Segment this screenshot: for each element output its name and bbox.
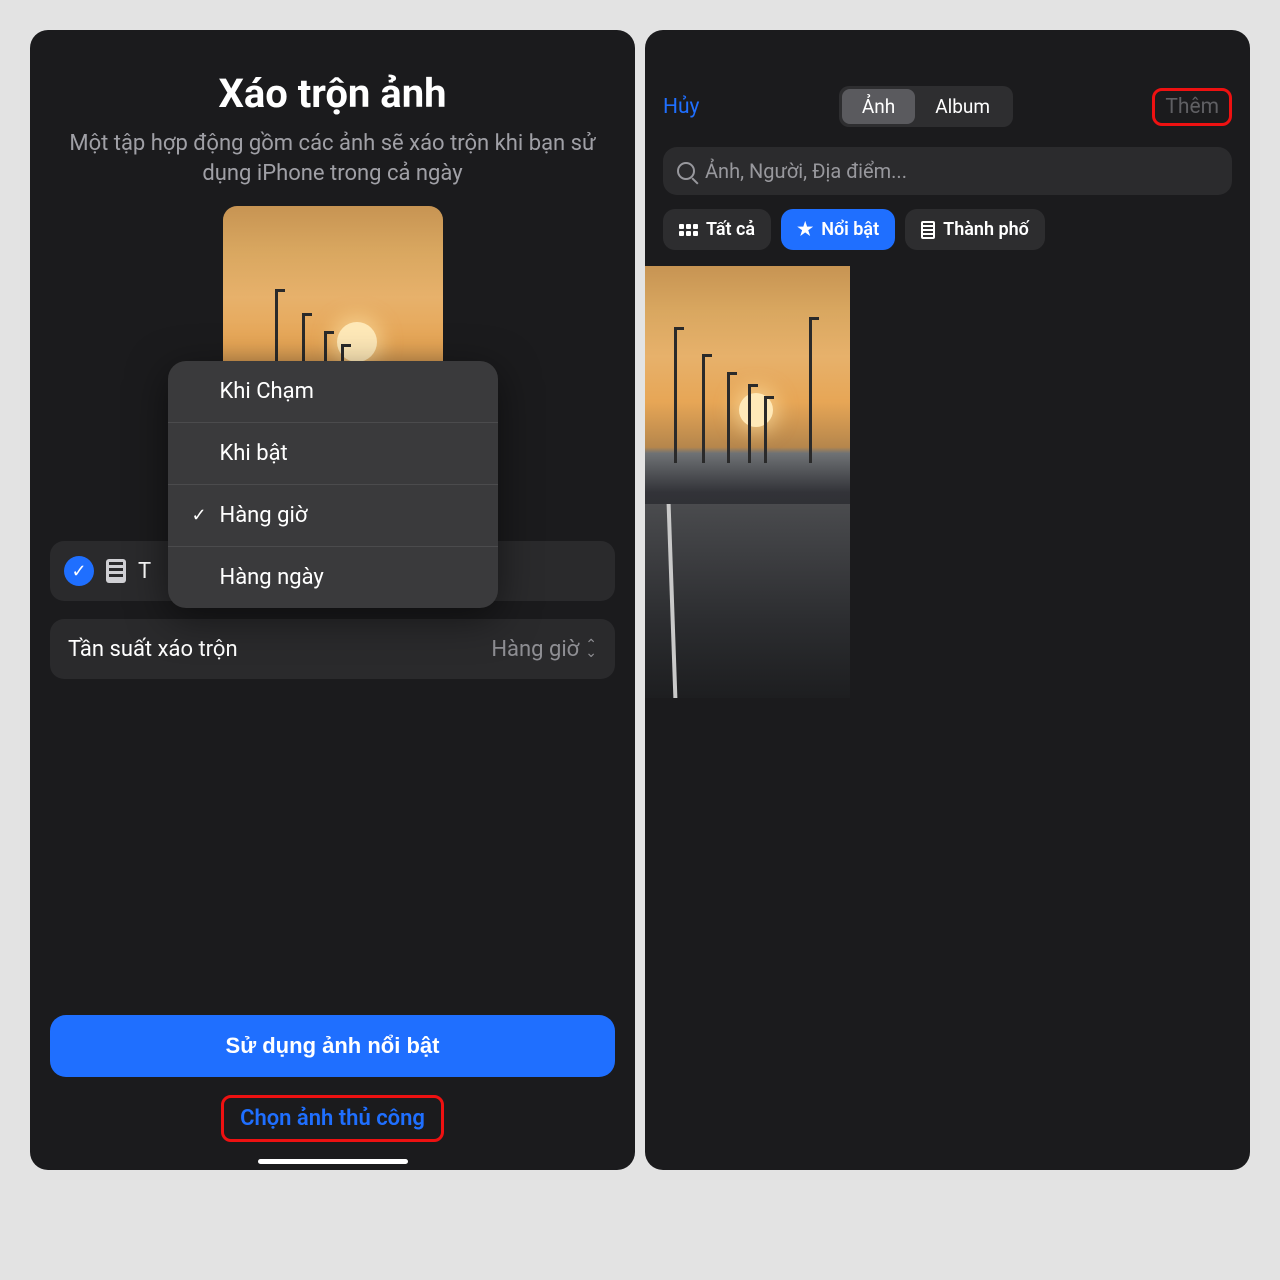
search-placeholder: Ảnh, Người, Địa điểm... — [705, 159, 907, 183]
row-value: Hàng giờ — [491, 637, 579, 662]
popover-item-on-wake[interactable]: Khi bật — [168, 423, 498, 485]
shuffle-frequency-popover: Khi Chạm Khi bật ✓ Hàng giờ Hàng ngày — [168, 361, 498, 608]
page-title: Xáo trộn ảnh — [50, 70, 615, 117]
grid-icon — [679, 224, 698, 236]
add-button[interactable]: Thêm — [1152, 88, 1232, 126]
search-icon — [677, 162, 695, 180]
updown-chevron-icon: ⌃⌄ — [585, 641, 597, 657]
chip-featured[interactable]: ★ Nổi bật — [781, 209, 895, 250]
chip-label: Thành phố — [943, 219, 1029, 240]
category-label-partial: T — [138, 559, 151, 584]
checkmark-icon: ✓ — [192, 505, 210, 526]
star-icon: ★ — [797, 219, 813, 240]
building-icon — [106, 559, 126, 583]
use-featured-photos-button[interactable]: Sử dụng ảnh nổi bật — [50, 1015, 615, 1077]
phone-right: Hủy Ảnh Album Thêm Ảnh, Người, Địa điểm.… — [645, 30, 1250, 1170]
choose-photos-manually-link[interactable]: Chọn ảnh thủ công — [221, 1095, 444, 1142]
popover-item-label: Khi bật — [220, 441, 288, 466]
photo-thumbnail[interactable] — [645, 266, 850, 698]
page-subtitle: Một tập hợp động gồm các ảnh sẽ xáo trộn… — [50, 129, 615, 188]
chip-city[interactable]: Thành phố — [905, 209, 1045, 250]
chip-label: Tất cả — [706, 219, 755, 240]
segment-photos[interactable]: Ảnh — [842, 89, 915, 124]
filter-chips: Tất cả ★ Nổi bật Thành phố — [645, 209, 1250, 266]
building-icon — [921, 221, 935, 239]
popover-item-label: Hàng giờ — [220, 503, 308, 528]
popover-item-label: Khi Chạm — [220, 379, 314, 404]
segmented-control: Ảnh Album — [839, 86, 1013, 127]
phone-left: Xáo trộn ảnh Một tập hợp động gồm các ản… — [30, 30, 635, 1170]
chip-label: Nổi bật — [821, 219, 879, 240]
segment-albums[interactable]: Album — [915, 89, 1010, 124]
popover-item-on-tap[interactable]: Khi Chạm — [168, 361, 498, 423]
photo-grid — [645, 266, 1250, 698]
search-input[interactable]: Ảnh, Người, Địa điểm... — [663, 147, 1232, 195]
chip-all[interactable]: Tất cả — [663, 209, 771, 250]
popover-item-label: Hàng ngày — [220, 565, 324, 590]
popover-item-hourly[interactable]: ✓ Hàng giờ — [168, 485, 498, 547]
popover-item-daily[interactable]: Hàng ngày — [168, 547, 498, 608]
row-label: Tần suất xáo trộn — [68, 637, 238, 662]
shuffle-frequency-row[interactable]: Tần suất xáo trộn Hàng giờ ⌃⌄ — [50, 619, 615, 679]
cancel-button[interactable]: Hủy — [663, 95, 700, 119]
selected-check-icon: ✓ — [64, 556, 94, 586]
home-indicator — [258, 1159, 408, 1164]
preview-wrap: Khi Chạm Khi bật ✓ Hàng giờ Hàng ngày — [50, 206, 615, 511]
